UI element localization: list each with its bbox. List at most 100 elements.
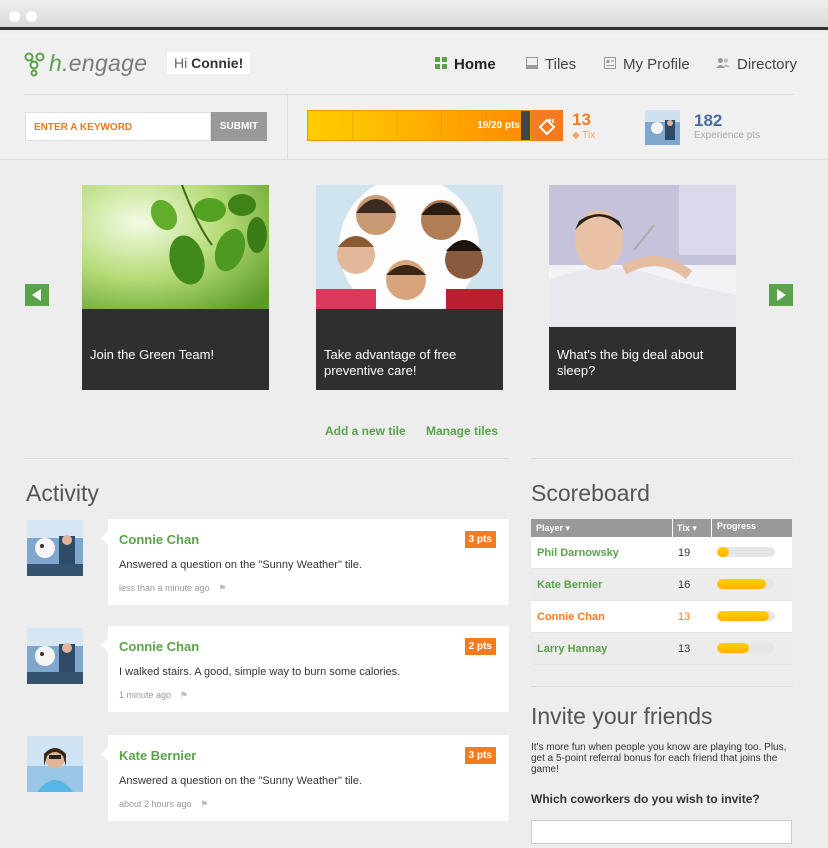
- arrow-right-icon: [777, 289, 786, 301]
- avatar[interactable]: [27, 736, 83, 792]
- player-column-header[interactable]: Player ▾: [536, 523, 570, 534]
- flag-icon[interactable]: ⚑: [200, 799, 208, 809]
- nav-my-profile[interactable]: My Profile: [604, 56, 690, 73]
- activity-item: Connie Chan I walked stairs. A good, sim…: [101, 626, 509, 712]
- greeting: Hi Connie!: [167, 52, 251, 74]
- scoreboard-table: Player ▾ Tix ▾ Progress Phil Darnowsky 19…: [531, 519, 792, 665]
- scoreboard-header: Player ▾ Tix ▾ Progress: [531, 519, 792, 537]
- experience-label: Experience pts: [694, 130, 761, 141]
- progress-segment: [485, 111, 487, 140]
- player-progress-bar: [717, 643, 775, 653]
- tile-image: [82, 185, 269, 309]
- browser-chrome: [0, 0, 828, 30]
- people-icon: [716, 56, 730, 73]
- experience-count: 182: [694, 111, 723, 130]
- points-badge: 3 pts: [464, 531, 496, 548]
- player-tix: 13: [678, 611, 691, 623]
- activity-user-name[interactable]: Kate Bernier: [119, 748, 196, 763]
- activity-item: Connie Chan Answered a question on the "…: [101, 519, 509, 605]
- tile-caption: What's the big deal about sleep?: [557, 347, 704, 378]
- logo[interactable]: h.engage: [24, 50, 147, 77]
- window-dot[interactable]: [9, 11, 20, 22]
- carousel-next-button[interactable]: [769, 284, 793, 306]
- avatar[interactable]: [645, 110, 680, 145]
- nav-home[interactable]: Home: [435, 56, 496, 73]
- progress-segment: [396, 111, 398, 140]
- flag-icon[interactable]: ⚑: [180, 690, 188, 700]
- sort-down-icon: ▾: [692, 523, 697, 533]
- flag-icon[interactable]: ⚑: [218, 583, 226, 593]
- player-name[interactable]: Larry Hannay: [537, 643, 607, 655]
- tile-sleep[interactable]: What's the big deal about sleep?: [549, 185, 736, 390]
- points-progress-bar: 19/20 pts: [307, 110, 531, 141]
- player-progress-bar: [717, 611, 775, 621]
- progress-fill: [717, 547, 729, 557]
- window-dot[interactable]: [26, 11, 37, 22]
- search-input[interactable]: ENTER A KEYWORD: [25, 112, 211, 141]
- activity-time: less than a minute ago ⚑: [119, 583, 227, 593]
- add-tile-link[interactable]: Add a new tile: [325, 424, 406, 438]
- nav-tiles-label: Tiles: [545, 56, 577, 73]
- tix-column-header[interactable]: Tix ▾: [677, 523, 697, 534]
- progress-segment: [352, 111, 354, 140]
- nav-directory[interactable]: Directory: [716, 56, 797, 73]
- player-tix: 16: [678, 579, 691, 591]
- avatar[interactable]: [27, 520, 83, 576]
- divider: [531, 686, 793, 687]
- scoreboard-title: Scoreboard: [531, 480, 650, 506]
- tile-icon: [526, 56, 538, 73]
- tile-green-team[interactable]: Join the Green Team!: [82, 185, 269, 390]
- tile-caption: Join the Green Team!: [90, 347, 215, 362]
- arrow-left-icon: [32, 289, 41, 301]
- sort-down-icon: ▾: [565, 523, 571, 533]
- activity-title: Activity: [26, 480, 99, 506]
- divider: [24, 458, 509, 459]
- divider: [531, 458, 793, 459]
- avatar[interactable]: [27, 628, 83, 684]
- points-badge: 2 pts: [464, 638, 496, 655]
- activity-user-name[interactable]: Connie Chan: [119, 532, 199, 547]
- activity-text: I walked stairs. A good, simple way to b…: [119, 666, 401, 678]
- nav-my-profile-label: My Profile: [623, 56, 690, 73]
- activity-text: Answered a question on the "Sunny Weathe…: [119, 775, 363, 787]
- logo-icon: [24, 52, 45, 76]
- invite-question: Which coworkers do you wish to invite?: [531, 792, 760, 806]
- activity-time: 1 minute ago ⚑: [119, 690, 188, 700]
- progress-fill: [717, 579, 767, 589]
- divider: [24, 94, 794, 95]
- progress-segment: [441, 111, 443, 140]
- nav-home-label: Home: [454, 56, 496, 73]
- player-progress-bar: [717, 547, 775, 557]
- submit-button[interactable]: SUBMIT: [211, 112, 267, 141]
- invite-coworkers-input[interactable]: [531, 820, 792, 844]
- scoreboard-row: Phil Darnowsky 19: [531, 537, 792, 569]
- nav-directory-label: Directory: [737, 56, 798, 73]
- points-badge: 3 pts: [464, 747, 496, 764]
- player-name[interactable]: Kate Bernier: [537, 579, 602, 591]
- scoreboard-row: Connie Chan 13: [531, 601, 792, 633]
- ticket-icon[interactable]: [531, 110, 563, 141]
- divider: [287, 95, 288, 159]
- activity-text: Answered a question on the "Sunny Weathe…: [119, 559, 363, 571]
- progress-column-header: Progress: [717, 521, 757, 531]
- tile-image: [549, 185, 736, 327]
- manage-tiles-link[interactable]: Manage tiles: [426, 424, 498, 438]
- player-name[interactable]: Phil Darnowsky: [537, 547, 619, 559]
- scoreboard-row: Kate Bernier 16: [531, 569, 792, 601]
- player-name[interactable]: Connie Chan: [537, 611, 605, 623]
- invite-text: It's more fun when people you know are p…: [531, 742, 787, 775]
- scoreboard-row: Larry Hannay 13: [531, 633, 792, 665]
- activity-time: about 2 hours ago ⚑: [119, 799, 209, 809]
- activity-user-name[interactable]: Connie Chan: [119, 639, 199, 654]
- tile-image: [316, 185, 503, 309]
- tile-caption: Take advantage of free preventive care!: [324, 347, 457, 378]
- progress-end-cap: [521, 111, 530, 140]
- tile-preventive-care[interactable]: Take advantage of free preventive care!: [316, 185, 503, 390]
- player-tix: 19: [678, 547, 691, 559]
- progress-fill: [717, 643, 749, 653]
- carousel-prev-button[interactable]: [25, 284, 49, 306]
- invite-title: Invite your friends: [531, 703, 713, 729]
- nav-tiles[interactable]: Tiles: [526, 56, 576, 73]
- logo-text: h.engage: [49, 50, 148, 76]
- player-progress-bar: [717, 579, 775, 589]
